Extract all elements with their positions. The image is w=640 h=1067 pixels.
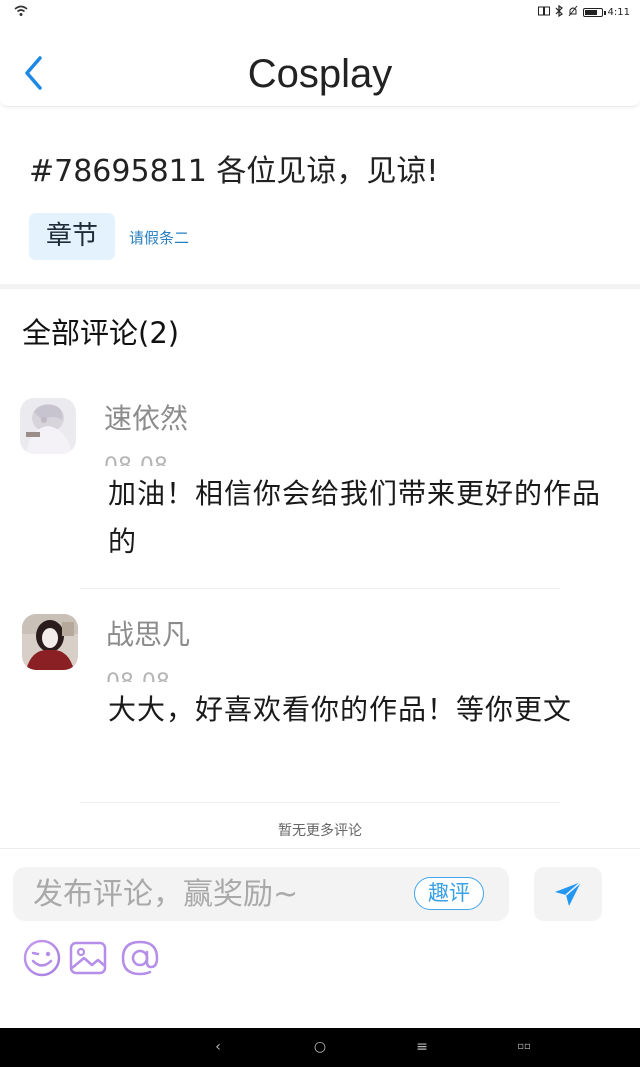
chapter-tag: 章节 xyxy=(29,213,115,260)
book-icon xyxy=(537,6,550,19)
status-time: 4:11 xyxy=(607,6,630,18)
nav-menu-button[interactable]: ≡ xyxy=(410,1035,434,1059)
fun-comment-button[interactable]: 趣评 xyxy=(414,877,484,910)
send-button[interactable] xyxy=(534,867,602,921)
no-more-comments: 暂无更多评论 xyxy=(278,823,362,839)
nav-recents-button[interactable]: ▫▫ xyxy=(512,1035,536,1059)
image-icon[interactable] xyxy=(68,938,108,978)
avatar[interactable] xyxy=(20,398,76,454)
bluetooth-icon xyxy=(555,4,563,20)
comment-content: 大大，好喜欢看你的作品！等你更文 xyxy=(108,693,573,726)
avatar[interactable] xyxy=(22,614,78,670)
emoji-icon[interactable] xyxy=(22,938,62,978)
comment-date: 08-08 xyxy=(104,452,168,466)
wifi-icon xyxy=(14,5,28,16)
status-icons: 4:11 xyxy=(537,4,630,20)
chapter-title: #78695811 各位见谅，见谅! xyxy=(29,154,439,189)
comment-content: 加油！相信你会给我们带来更好的作品的 xyxy=(108,477,602,558)
paper-plane-icon xyxy=(555,881,582,906)
section-divider xyxy=(0,284,640,289)
comment-username[interactable]: 战思凡 xyxy=(106,616,190,654)
at-mention-icon[interactable] xyxy=(120,938,160,978)
comments-heading: 全部评论(2) xyxy=(22,316,180,350)
chapter-subtitle[interactable]: 请假条二 xyxy=(129,228,189,248)
page-title: Cosplay xyxy=(247,52,393,96)
bell-mute-icon xyxy=(568,5,578,20)
comment-separator xyxy=(80,588,560,589)
comment-date: 08-08 xyxy=(106,668,170,682)
header: Cosplay xyxy=(0,24,640,107)
battery-icon xyxy=(582,7,606,17)
nav-home-button[interactable]: ○ xyxy=(308,1035,332,1059)
comment-separator xyxy=(80,802,560,803)
nav-back-button[interactable]: ‹ xyxy=(206,1035,230,1059)
comment-username[interactable]: 速依然 xyxy=(104,400,188,438)
input-bar-border xyxy=(0,848,640,849)
